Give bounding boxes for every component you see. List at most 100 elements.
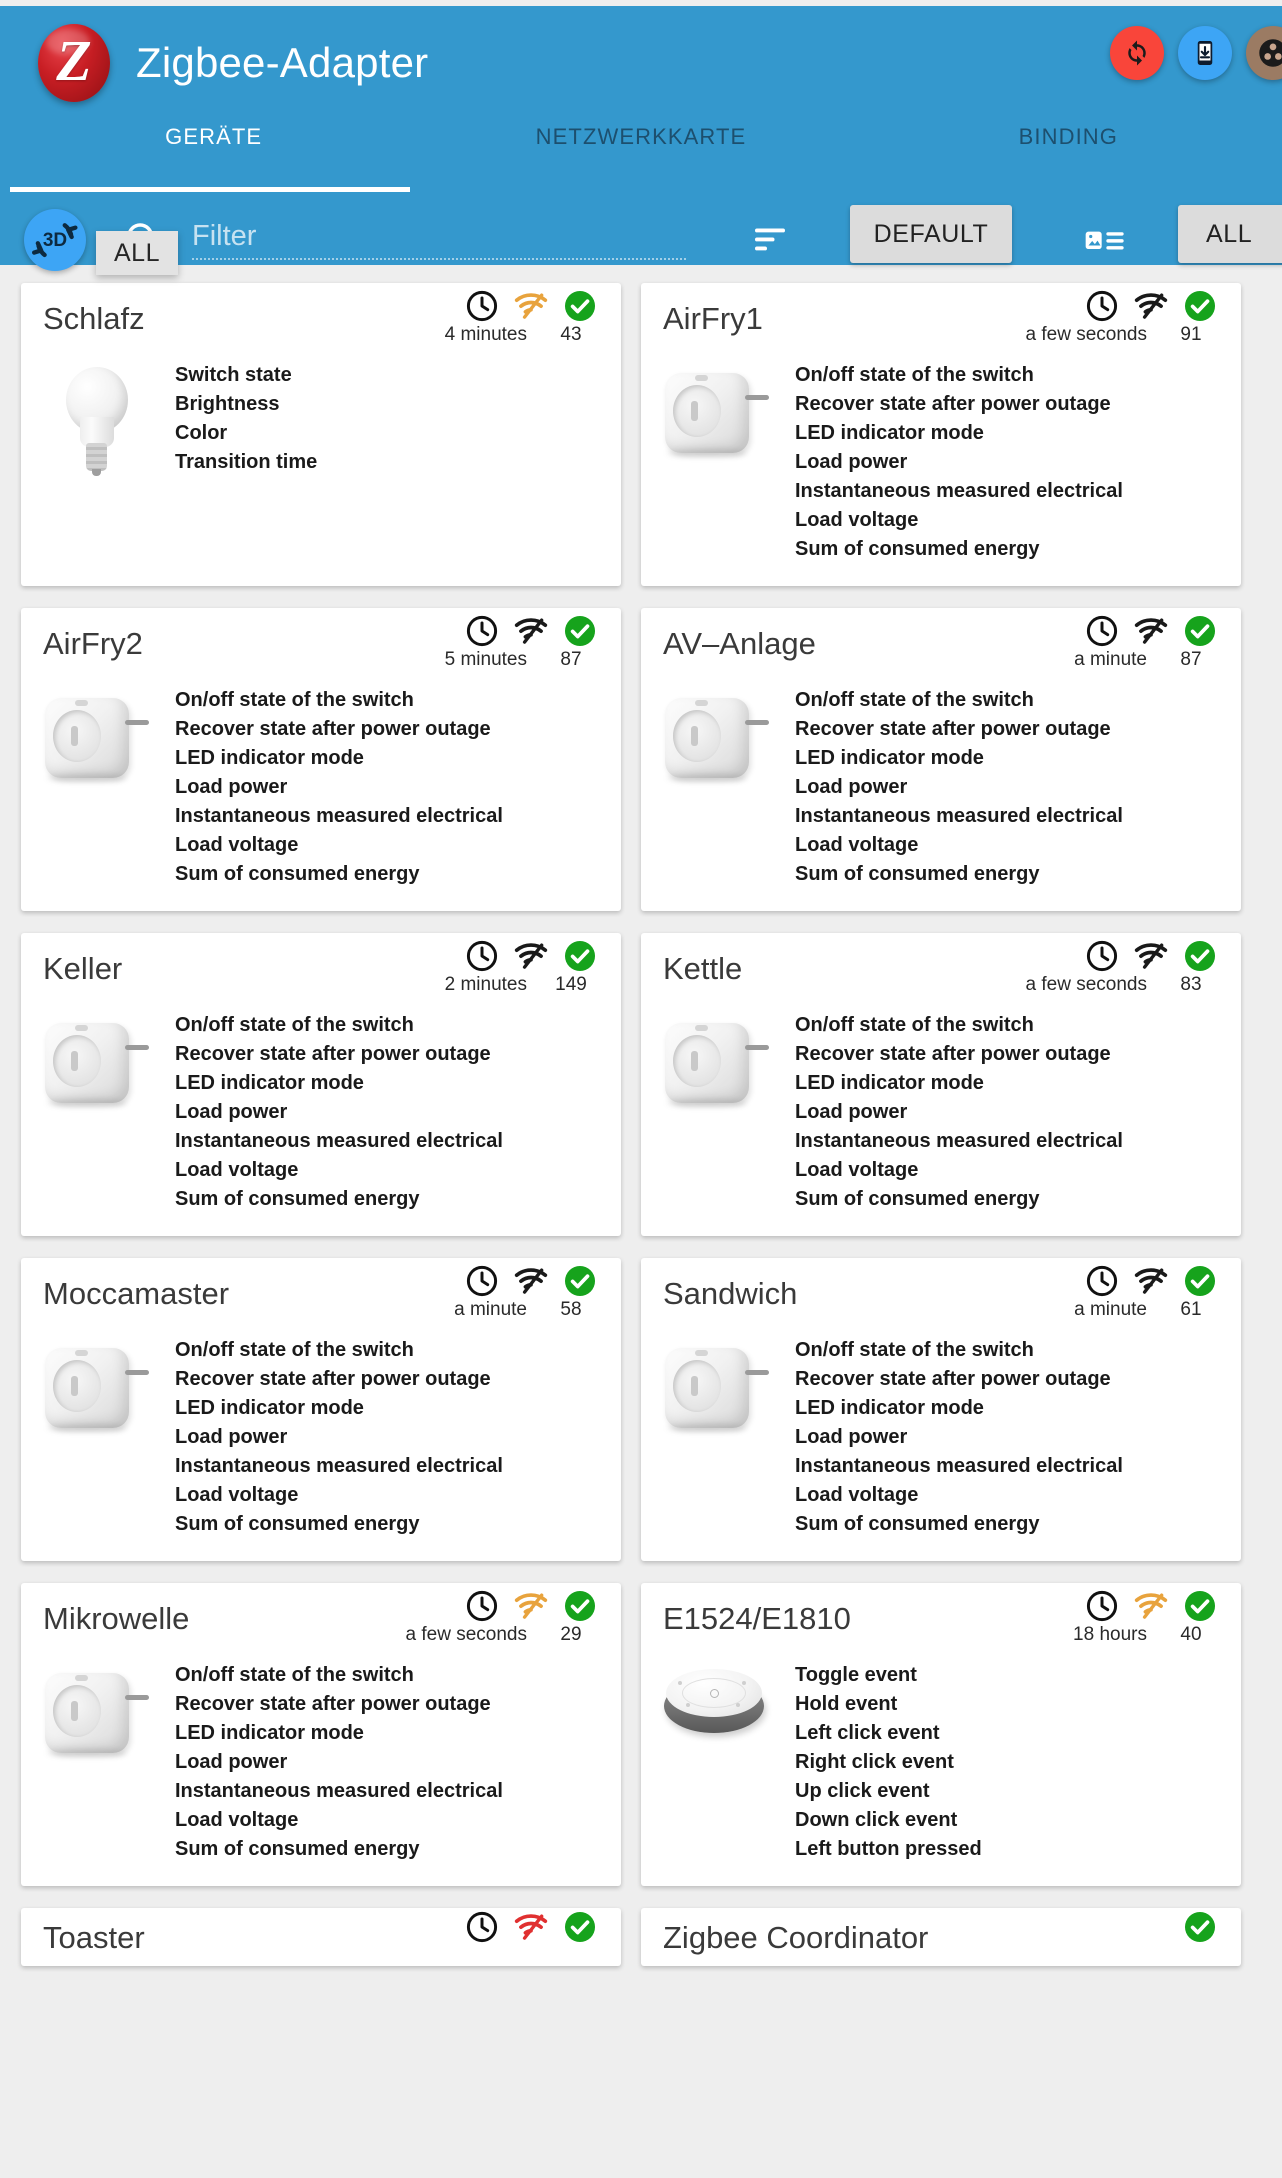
device-card[interactable]: Mikrowelle a few seconds 29 On/off state of… xyxy=(21,1583,621,1886)
device-thumbnail xyxy=(21,361,171,485)
network-button[interactable] xyxy=(1246,26,1282,80)
device-state-line: Transition time xyxy=(175,451,318,473)
btn-3d-label: 3D xyxy=(42,229,68,251)
device-thumbnail xyxy=(641,1661,791,1864)
device-card-body: Switch state Brightness Color Transition ti… xyxy=(21,357,621,507)
device-state-line: Sum of consumed energy xyxy=(175,863,420,885)
device-thumbnail xyxy=(21,686,171,889)
status-labels: 18 hours 40 xyxy=(1073,1624,1217,1646)
device-state-line: LED indicator mode xyxy=(175,747,364,769)
device-thumbnail xyxy=(641,361,791,564)
status-ok-icon xyxy=(1184,1265,1216,1297)
clock-icon xyxy=(1086,1265,1118,1297)
clock-icon xyxy=(466,940,498,972)
device-state-line: LED indicator mode xyxy=(795,747,984,769)
status-labels: 5 minutes 87 xyxy=(445,649,597,671)
device-card[interactable]: E1524/E1810 18 hours 40 Toggle event Hold ev… xyxy=(641,1583,1241,1886)
device-state-line: Down click event xyxy=(795,1809,958,1831)
device-card[interactable]: AV–Anlage a minute 87 On/off state of the s… xyxy=(641,608,1241,911)
device-state-line: Instantaneous measured electrical xyxy=(795,480,1123,502)
clock-icon xyxy=(1086,290,1118,322)
device-card-body: On/off state of the switch Recover state … xyxy=(641,1007,1241,1236)
device-state-line: LED indicator mode xyxy=(795,1397,984,1419)
sync-icon xyxy=(1128,40,1146,66)
sort-mode-button[interactable]: DEFAULT xyxy=(850,205,1012,263)
clock-icon xyxy=(1086,940,1118,972)
device-status: 18 hours 40 xyxy=(1073,1589,1217,1646)
device-name: Mikrowelle xyxy=(43,1601,190,1636)
device-card[interactable]: Schlafz 4 minutes 43 Switch state Brightness… xyxy=(21,283,621,586)
device-state-line: Load voltage xyxy=(175,1484,299,1506)
device-state-list: On/off state of the switch Recover state … xyxy=(791,1336,1241,1539)
device-state-line: Brightness xyxy=(175,393,280,415)
tab-geraete[interactable]: GERÄTE xyxy=(0,106,427,168)
status-labels: 2 minutes 149 xyxy=(445,974,597,996)
tab-binding[interactable]: BINDING xyxy=(855,106,1282,168)
device-card[interactable]: Keller 2 minutes 149 On/off state of the sw… xyxy=(21,933,621,1236)
last-seen-label: 4 minutes xyxy=(444,324,527,345)
refresh-button[interactable] xyxy=(1110,26,1164,80)
header-actions xyxy=(1110,26,1282,80)
status-ok-icon xyxy=(564,290,596,322)
device-state-line: Instantaneous measured electrical xyxy=(175,1780,503,1802)
device-name: Sandwich xyxy=(663,1276,798,1311)
signal-icon xyxy=(1134,1268,1168,1294)
device-state-line: Switch state xyxy=(175,364,292,386)
status-icons xyxy=(465,289,597,323)
device-grid: Schlafz 4 minutes 43 Switch state Brightness… xyxy=(0,272,1282,1977)
status-labels: a few seconds 91 xyxy=(1026,324,1217,346)
tooltip-all: ALL xyxy=(96,231,178,275)
device-card[interactable]: Sandwich a minute 61 On/off state of the sw… xyxy=(641,1258,1241,1561)
device-status: 4 minutes 43 xyxy=(445,289,597,346)
link-quality-label: 87 xyxy=(560,649,582,670)
device-card[interactable]: Zigbee Coordinator xyxy=(641,1908,1241,1966)
status-icons xyxy=(1085,1589,1217,1623)
image-list-icon[interactable] xyxy=(1085,227,1125,260)
device-state-list: On/off state of the switch Recover state … xyxy=(791,1011,1241,1214)
device-state-line: Load power xyxy=(175,1101,288,1123)
status-ok-icon xyxy=(1184,1590,1216,1622)
device-card[interactable]: Toaster xyxy=(21,1908,621,1966)
logo-letter: Z xyxy=(56,28,92,93)
device-state-line: Sum of consumed energy xyxy=(795,863,1040,885)
device-state-line: Instantaneous measured electrical xyxy=(175,1130,503,1152)
link-quality-label: 40 xyxy=(1180,1624,1202,1645)
device-state-list: On/off state of the switch Recover state … xyxy=(171,686,621,889)
clock-icon xyxy=(466,1265,498,1297)
filter-all-button[interactable]: ALL xyxy=(1178,205,1282,263)
device-state-line: Sum of consumed energy xyxy=(795,538,1040,560)
device-card-header: Sandwich a minute 61 xyxy=(641,1258,1241,1332)
signal-icon xyxy=(514,293,548,319)
device-state-line: Load voltage xyxy=(175,1159,299,1181)
device-name: Keller xyxy=(43,951,123,986)
add-device-button[interactable] xyxy=(1178,26,1232,80)
device-thumbnail-plug xyxy=(41,1015,151,1111)
device-status: a minute 58 xyxy=(454,1264,597,1321)
sort-icon[interactable] xyxy=(752,224,788,259)
device-status xyxy=(1183,1910,1217,1944)
device-state-line: Sum of consumed energy xyxy=(175,1188,420,1210)
device-card-header: Mikrowelle a few seconds 29 xyxy=(21,1583,621,1657)
last-seen-label: 2 minutes xyxy=(444,974,527,995)
device-state-line: LED indicator mode xyxy=(795,422,984,444)
device-name: Kettle xyxy=(663,951,743,986)
tab-netzwerkkarte[interactable]: NETZWERKKARTE xyxy=(427,106,854,168)
link-quality-label: 149 xyxy=(555,974,587,995)
device-thumbnail-plug xyxy=(41,1665,151,1761)
signal-icon xyxy=(514,1593,548,1619)
device-card[interactable]: Kettle a few seconds 83 On/off state of the… xyxy=(641,933,1241,1236)
device-card-body: On/off state of the switch Recover state … xyxy=(641,1332,1241,1561)
device-state-line: On/off state of the switch xyxy=(175,1014,414,1036)
app-root: Z Zigbee-Adapter GERÄTE NETZWERKKARTE BI… xyxy=(0,0,1282,2178)
device-status: a few seconds 83 xyxy=(1026,939,1217,996)
filter-input[interactable] xyxy=(192,214,686,260)
view-3d-button[interactable]: 3D xyxy=(24,209,86,271)
device-card[interactable]: Moccamaster a minute 58 On/off state of the… xyxy=(21,1258,621,1561)
signal-icon xyxy=(1134,943,1168,969)
device-card-header: Schlafz 4 minutes 43 xyxy=(21,283,621,357)
device-card[interactable]: AirFry1 a few seconds 91 On/off state of th… xyxy=(641,283,1241,586)
last-seen-label: a minute xyxy=(1074,649,1147,670)
device-name: AirFry1 xyxy=(663,301,763,336)
status-icons xyxy=(1085,1264,1217,1298)
device-card[interactable]: AirFry2 5 minutes 87 On/off state of the sw… xyxy=(21,608,621,911)
